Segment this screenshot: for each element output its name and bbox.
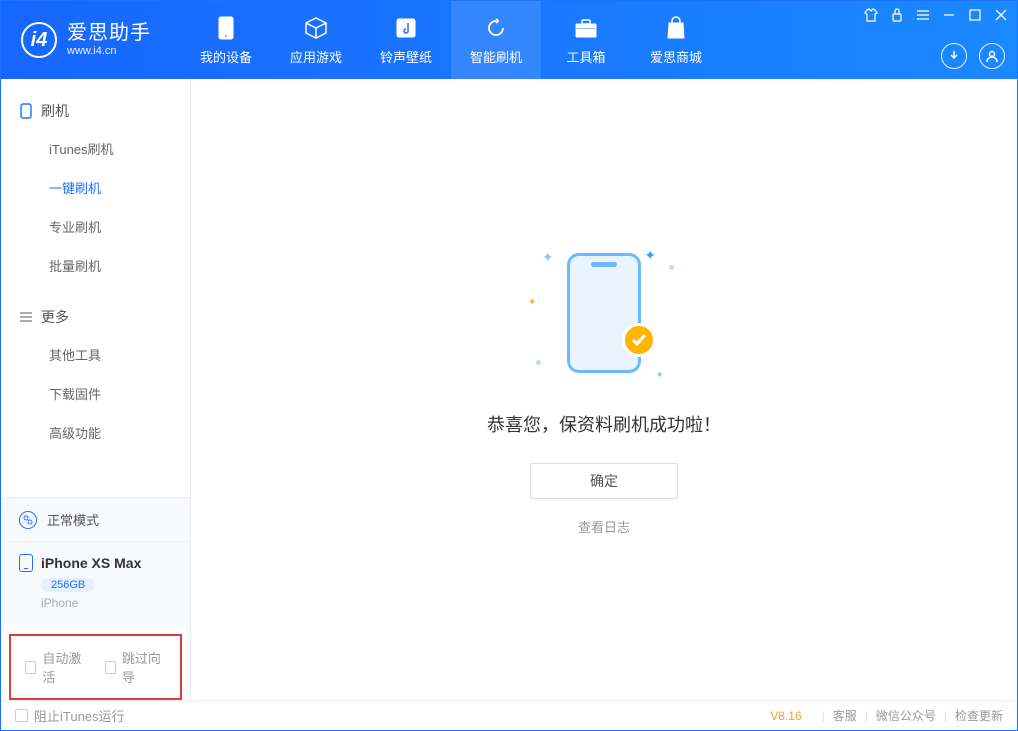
device-phone-icon (19, 554, 33, 572)
list-icon (19, 310, 33, 324)
nav-label: 爱思商城 (650, 47, 702, 66)
dot-icon (536, 360, 541, 365)
device-mode-row[interactable]: 正常模式 (1, 498, 190, 541)
download-button[interactable] (941, 43, 967, 69)
logo-text: 爱思助手 www.i4.cn (67, 21, 151, 58)
logo-area: i4 爱思助手 www.i4.cn (1, 21, 171, 58)
user-button[interactable] (979, 43, 1005, 69)
sidebar-bottom: 正常模式 iPhone XS Max 256GB iPhone 自动激活 (1, 497, 190, 700)
sparkle-icon: ✦ (656, 370, 664, 381)
sidebar: 刷机 iTunes刷机 一键刷机 专业刷机 批量刷机 更多 其他工具 下载固件 … (1, 79, 191, 700)
success-check-icon (622, 323, 656, 357)
version-label: V8.16 (770, 709, 801, 723)
nav-store[interactable]: 爱思商城 (631, 1, 721, 79)
nav-ring[interactable]: 铃声壁纸 (361, 1, 451, 79)
sidebar-item-batch[interactable]: 批量刷机 (1, 246, 190, 285)
sidebar-header-more[interactable]: 更多 (1, 299, 190, 335)
sidebar-header-flash[interactable]: 刷机 (1, 93, 190, 129)
checkbox-icon (15, 709, 28, 722)
maximize-button[interactable] (967, 7, 983, 23)
music-icon (393, 15, 419, 41)
nav-label: 工具箱 (566, 47, 605, 66)
options-highlight-box: 自动激活 跳过向导 (9, 634, 182, 700)
success-message: 恭喜您，保资料刷机成功啦！ (487, 411, 721, 437)
footer-left: 阻止iTunes运行 (15, 706, 770, 725)
sidebar-item-pro[interactable]: 专业刷机 (1, 207, 190, 246)
device-mode-text: 正常模式 (47, 510, 99, 529)
nav-label: 铃声壁纸 (380, 47, 432, 66)
mode-icon (19, 511, 37, 529)
sidebar-scroll: 刷机 iTunes刷机 一键刷机 专业刷机 批量刷机 更多 其他工具 下载固件 … (1, 79, 190, 497)
device-storage: 256GB (41, 578, 95, 592)
phone-illustration-icon (567, 253, 641, 373)
top-nav: 我的设备 应用游戏 铃声壁纸 智能刷机 工具箱 爱思商城 (181, 1, 721, 79)
body: 刷机 iTunes刷机 一键刷机 专业刷机 批量刷机 更多 其他工具 下载固件 … (1, 79, 1017, 700)
auto-activate-checkbox[interactable]: 自动激活 (25, 648, 87, 686)
sidebar-item-onekey[interactable]: 一键刷机 (1, 168, 190, 207)
nav-label: 我的设备 (200, 47, 252, 66)
toolbox-icon (573, 15, 599, 41)
success-illustration: ✦ ✦ ✦ ✦ (524, 243, 684, 383)
dot-icon (669, 265, 674, 270)
nav-device[interactable]: 我的设备 (181, 1, 271, 79)
lock-icon[interactable] (889, 7, 905, 23)
cube-icon (303, 15, 329, 41)
device-type: iPhone (41, 596, 172, 610)
nav-label: 智能刷机 (470, 47, 522, 66)
nav-tools[interactable]: 工具箱 (541, 1, 631, 79)
sparkle-icon: ✦ (528, 297, 536, 308)
view-log-link[interactable]: 查看日志 (578, 517, 630, 536)
phone-icon (213, 15, 239, 41)
sidebar-item-advanced[interactable]: 高级功能 (1, 413, 190, 452)
checkbox-label: 自动激活 (42, 648, 86, 686)
sidebar-header-label: 更多 (41, 307, 69, 327)
sidebar-header-label: 刷机 (41, 101, 69, 121)
nav-flash[interactable]: 智能刷机 (451, 1, 541, 79)
confirm-button[interactable]: 确定 (530, 463, 678, 499)
logo-icon: i4 (21, 22, 57, 58)
sparkle-icon: ✦ (644, 247, 656, 264)
app-title: 爱思助手 (67, 21, 151, 45)
shirt-icon[interactable] (863, 7, 879, 23)
app-url: www.i4.cn (67, 45, 151, 58)
footer-link-update[interactable]: 检查更新 (955, 707, 1003, 724)
checkbox-label: 跳过向导 (122, 648, 166, 686)
skip-guide-checkbox[interactable]: 跳过向导 (105, 648, 167, 686)
header: i4 爱思助手 www.i4.cn 我的设备 应用游戏 铃声壁纸 智能刷机 (1, 1, 1017, 79)
phone-outline-icon (19, 104, 33, 118)
window-controls (863, 7, 1009, 23)
device-name: iPhone XS Max (41, 555, 141, 571)
sidebar-item-itunes[interactable]: iTunes刷机 (1, 129, 190, 168)
bag-icon (663, 15, 689, 41)
checkbox-icon (105, 661, 116, 674)
app-window: i4 爱思助手 www.i4.cn 我的设备 应用游戏 铃声壁纸 智能刷机 (0, 0, 1018, 731)
sidebar-item-firmware[interactable]: 下载固件 (1, 374, 190, 413)
device-info[interactable]: iPhone XS Max 256GB iPhone (1, 541, 190, 624)
nav-apps[interactable]: 应用游戏 (271, 1, 361, 79)
footer-link-support[interactable]: 客服 (833, 707, 857, 724)
menu-icon[interactable] (915, 7, 931, 23)
nav-label: 应用游戏 (290, 47, 342, 66)
checkbox-icon (25, 661, 36, 674)
sidebar-item-other[interactable]: 其他工具 (1, 335, 190, 374)
device-name-row: iPhone XS Max (19, 554, 172, 572)
refresh-icon (483, 15, 509, 41)
sparkle-icon: ✦ (542, 249, 554, 266)
header-right-actions (941, 43, 1005, 69)
main-content: ✦ ✦ ✦ ✦ 恭喜您，保资料刷机成功啦！ 确定 查看日志 (191, 79, 1017, 700)
minimize-button[interactable] (941, 7, 957, 23)
footer-link-wechat[interactable]: 微信公众号 (876, 707, 936, 724)
footer: 阻止iTunes运行 V8.16 | 客服 | 微信公众号 | 检查更新 (1, 700, 1017, 730)
footer-right: V8.16 | 客服 | 微信公众号 | 检查更新 (770, 707, 1003, 724)
close-button[interactable] (993, 7, 1009, 23)
checkbox-label: 阻止iTunes运行 (34, 706, 125, 725)
block-itunes-checkbox[interactable]: 阻止iTunes运行 (15, 706, 125, 725)
